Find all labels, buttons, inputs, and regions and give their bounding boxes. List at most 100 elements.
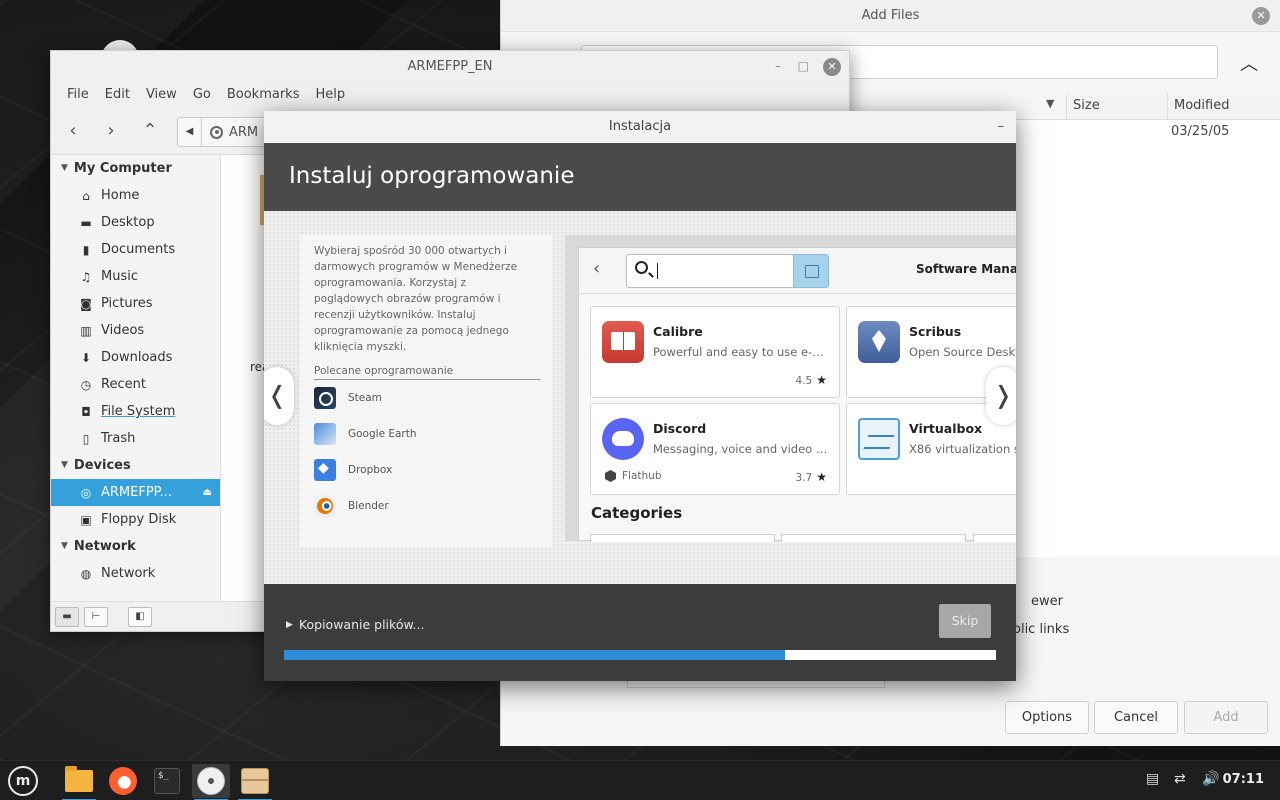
taskbar-archive-manager[interactable] bbox=[236, 764, 274, 800]
sidebar-item-label: File System bbox=[101, 404, 176, 419]
sidebar-item-recent[interactable]: ◷ Recent bbox=[51, 371, 220, 398]
breadcrumb-toggle-icon[interactable]: ◀ bbox=[178, 118, 202, 146]
progress-details-toggle[interactable]: ▶ Kopiowanie plików... bbox=[286, 617, 424, 632]
sidebar-item-videos[interactable]: ▥ Videos bbox=[51, 317, 220, 344]
source-label: Flathub bbox=[622, 470, 662, 482]
menu-edit[interactable]: Edit bbox=[97, 83, 138, 109]
breadcrumb: ◀ ARM bbox=[177, 117, 277, 147]
eject-icon[interactable]: ⏏ bbox=[203, 487, 212, 498]
sidebar-item-floppy-disk[interactable]: ▣ Floppy Disk bbox=[51, 506, 220, 533]
menu-bookmarks[interactable]: Bookmarks bbox=[219, 83, 308, 109]
sidebar-header-my-computer[interactable]: ▼ My Computer bbox=[51, 155, 220, 182]
expand-icon: ▼ bbox=[61, 541, 68, 551]
forward-icon[interactable]: › bbox=[99, 119, 123, 143]
category-tile bbox=[781, 534, 966, 542]
cancel-button[interactable]: Cancel bbox=[1094, 701, 1178, 734]
taskbar-terminal[interactable]: $_ bbox=[148, 764, 186, 798]
column-modified[interactable]: Modified bbox=[1167, 93, 1280, 119]
installer-title: Instalacja bbox=[264, 111, 1016, 143]
progress-bar bbox=[284, 650, 996, 660]
up-icon[interactable]: ⌃ bbox=[138, 119, 162, 143]
column-size[interactable]: Size bbox=[1066, 93, 1167, 119]
next-slide-button[interactable]: ❭ bbox=[986, 367, 1016, 425]
rating-value: 4.5 bbox=[795, 375, 813, 387]
sidebar-item-label: Recent bbox=[101, 377, 146, 392]
file-manager-title: ARMEFPP_EN bbox=[51, 51, 849, 83]
star-icon: ★ bbox=[816, 373, 827, 387]
sidebar-item-music[interactable]: ♫ Music bbox=[51, 263, 220, 290]
sidebar-item-documents[interactable]: ▮ Documents bbox=[51, 236, 220, 263]
expand-icon: ▼ bbox=[61, 163, 68, 173]
sidebar-item-label: Desktop bbox=[101, 215, 155, 230]
taskbar-installer[interactable] bbox=[192, 764, 230, 800]
notes-icon[interactable]: ▤ bbox=[1146, 771, 1159, 787]
rating-value: 3.7 bbox=[795, 472, 813, 484]
globe-icon: ◍ bbox=[80, 566, 92, 581]
recommended-label: Dropbox bbox=[348, 464, 393, 476]
minimize-icon[interactable]: – bbox=[998, 119, 1005, 134]
sidebar-toggle-icon[interactable]: ◧ bbox=[128, 607, 152, 627]
drive-icon: ◘ bbox=[81, 404, 91, 419]
sidebar-item-home[interactable]: ⌂ Home bbox=[51, 182, 220, 209]
options-button[interactable]: Options bbox=[1005, 701, 1089, 734]
menu-file[interactable]: File bbox=[59, 83, 97, 109]
expand-icon: ▼ bbox=[61, 460, 68, 470]
sidebar-item-downloads[interactable]: ⬇ Downloads bbox=[51, 344, 220, 371]
clock[interactable]: 07:11 bbox=[1223, 772, 1264, 787]
network-icon[interactable]: ⇄ bbox=[1174, 771, 1186, 787]
places-toggle-icon[interactable]: ▬ bbox=[55, 607, 79, 627]
steam-icon bbox=[314, 387, 336, 409]
app-source: Flathub bbox=[605, 470, 661, 482]
app-description: Open Source Deskto bbox=[909, 345, 1016, 359]
close-icon[interactable]: ✕ bbox=[1252, 7, 1270, 25]
google-earth-icon bbox=[314, 423, 336, 445]
desktop-icon: ▬ bbox=[80, 215, 92, 230]
download-icon: ⬇ bbox=[80, 350, 92, 365]
sidebar-item-trash[interactable]: ▯ Trash bbox=[51, 425, 220, 452]
tree-toggle-icon[interactable]: ⊢ bbox=[84, 607, 108, 627]
disc-icon: ◎ bbox=[80, 485, 92, 500]
menu-help[interactable]: Help bbox=[307, 83, 353, 109]
sidebar-item-armefpp[interactable]: ◎ ARMEFPP... ⏏ bbox=[51, 479, 220, 506]
trash-icon: ▯ bbox=[82, 431, 90, 446]
calibre-icon bbox=[602, 321, 644, 363]
slideshow: Wybieraj spośród 30 000 otwartych i darm… bbox=[264, 211, 1016, 584]
sidebar-item-file-system[interactable]: ◘ File System bbox=[51, 398, 220, 425]
recommended-item-google-earth: Google Earth bbox=[300, 416, 552, 452]
skip-button[interactable]: Skip bbox=[939, 604, 991, 638]
film-icon: ▥ bbox=[80, 323, 92, 338]
app-description: Messaging, voice and video cli... bbox=[653, 442, 831, 456]
sidebar-item-network[interactable]: ◍ Network bbox=[51, 560, 220, 587]
menu-go[interactable]: Go bbox=[185, 83, 219, 109]
sort-arrow-icon[interactable]: ▼ bbox=[1046, 97, 1054, 110]
app-card-discord: Discord Messaging, voice and video cli..… bbox=[590, 403, 840, 495]
taskbar-file-manager[interactable] bbox=[60, 764, 98, 800]
sidebar-item-pictures[interactable]: ◙ Pictures bbox=[51, 290, 220, 317]
volume-icon[interactable]: 🔊 bbox=[1202, 771, 1219, 787]
progress-label: Kopiowanie plików... bbox=[298, 617, 425, 632]
menu-view[interactable]: View bbox=[138, 83, 185, 109]
recommended-item-blender: Blender bbox=[300, 488, 552, 524]
close-icon[interactable]: ✕ bbox=[823, 58, 841, 76]
blender-icon bbox=[314, 495, 336, 517]
back-icon[interactable]: ‹ bbox=[61, 119, 85, 143]
add-button[interactable]: Add bbox=[1184, 701, 1268, 734]
breadcrumb-item[interactable]: ARM bbox=[202, 125, 258, 140]
previous-slide-button[interactable]: ❬ bbox=[264, 367, 294, 425]
hidden-field bbox=[627, 680, 885, 688]
maximize-icon[interactable]: □ bbox=[798, 59, 809, 73]
taskbar-firefox[interactable] bbox=[104, 764, 142, 798]
taskbar: m $_ ▤ ⇄ 🔊 07:11 bbox=[0, 760, 1280, 800]
sidebar-item-label: Floppy Disk bbox=[101, 512, 177, 527]
sidebar-header-network[interactable]: ▼ Network bbox=[51, 533, 220, 560]
sidebar-header-devices[interactable]: ▼ Devices bbox=[51, 452, 220, 479]
software-manager-screenshot: ‹ Software Manag Calibre Powerful and ea… bbox=[565, 235, 1016, 542]
category-tile bbox=[590, 534, 775, 542]
minimize-icon[interactable]: – bbox=[775, 59, 781, 73]
mint-menu-icon[interactable]: m bbox=[8, 766, 38, 796]
disc-icon bbox=[210, 125, 223, 139]
sidebar-item-desktop[interactable]: ▬ Desktop bbox=[51, 209, 220, 236]
home-icon: ⌂ bbox=[82, 188, 90, 203]
chevron-up-icon[interactable]: ︿ bbox=[1240, 50, 1258, 76]
app-name: Virtualbox bbox=[909, 421, 983, 436]
